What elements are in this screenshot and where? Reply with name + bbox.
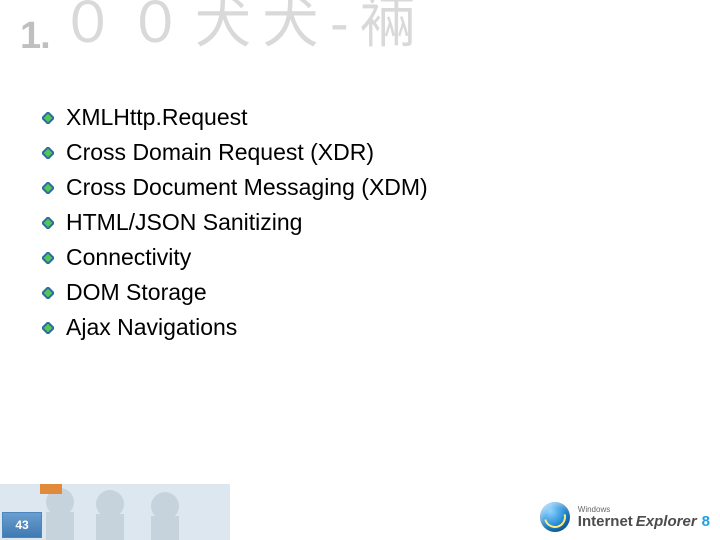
list-item-label: Connectivity xyxy=(66,244,191,271)
page-number-value: 43 xyxy=(15,518,28,532)
title-glyphs: ０ ０ 犬 犬 - 裲 xyxy=(60,0,414,59)
list-item: HTML/JSON Sanitizing xyxy=(42,209,428,236)
bullet-icon xyxy=(42,217,54,229)
bullet-list: XMLHttp.Request Cross Domain Request (XD… xyxy=(42,104,428,341)
bullet-icon xyxy=(42,287,54,299)
list-item: Cross Document Messaging (XDM) xyxy=(42,174,428,201)
ie-logo: Windows Internet Explorer 8 xyxy=(540,502,710,532)
ie-e-icon xyxy=(540,502,570,532)
page-number: 43 xyxy=(2,512,42,538)
list-item: Cross Domain Request (XDR) xyxy=(42,139,428,166)
title-number: 1. xyxy=(20,15,50,58)
bullet-icon xyxy=(42,182,54,194)
list-item-label: HTML/JSON Sanitizing xyxy=(66,209,302,236)
ie-internet-label: Internet xyxy=(578,514,633,529)
ie-version-label: 8 xyxy=(702,514,710,529)
list-item-label: Ajax Navigations xyxy=(66,314,237,341)
list-item: DOM Storage xyxy=(42,279,428,306)
list-item-label: DOM Storage xyxy=(66,279,207,306)
list-item-label: XMLHttp.Request xyxy=(66,104,248,131)
list-item: Ajax Navigations xyxy=(42,314,428,341)
slide-title: 1. ０ ０ 犬 犬 - 裲 xyxy=(20,0,710,72)
footer: 43 Windows Internet Explorer 8 xyxy=(0,480,720,540)
bullet-icon xyxy=(42,322,54,334)
bullet-icon xyxy=(42,252,54,264)
list-item: Connectivity xyxy=(42,244,428,271)
ie-explorer-label: Explorer xyxy=(636,514,697,529)
list-item-label: Cross Domain Request (XDR) xyxy=(66,139,374,166)
ie-logo-text: Windows Internet Explorer 8 xyxy=(578,506,710,529)
list-item: XMLHttp.Request xyxy=(42,104,428,131)
bullet-icon xyxy=(42,147,54,159)
bullet-icon xyxy=(42,112,54,124)
list-item-label: Cross Document Messaging (XDM) xyxy=(66,174,428,201)
